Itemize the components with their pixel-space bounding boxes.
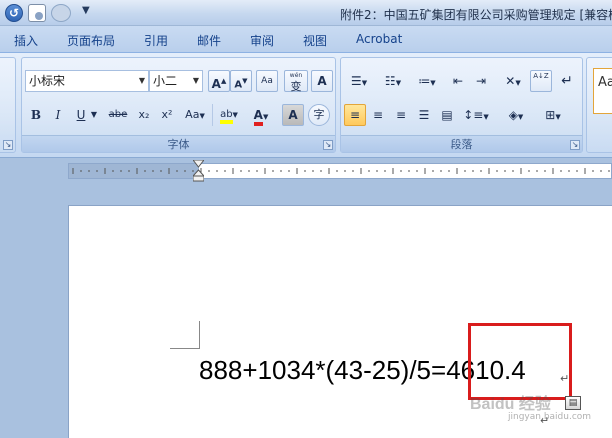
- line-spacing-button[interactable]: ↕≡▼: [460, 104, 492, 126]
- align-left-button[interactable]: ≡: [344, 104, 366, 126]
- tab-references[interactable]: 引用: [144, 32, 168, 49]
- font-dialog-launcher-icon[interactable]: ↘: [323, 140, 333, 150]
- distributed-button[interactable]: ▤: [436, 104, 458, 126]
- strikethrough-button[interactable]: abe: [104, 104, 132, 126]
- shrink-font-icon: A: [234, 79, 243, 91]
- font-name-value: 小标宋: [29, 74, 66, 88]
- show-marks-button[interactable]: ↵: [556, 70, 578, 92]
- change-case-icon: Aa: [185, 108, 200, 121]
- ribbon: ↘ 小标宋 ▼ 小二 ▼ A▲ A▼ Aa wén 变 A B I U ▼ ab…: [0, 52, 612, 158]
- window-title: 附件2：中国五矿集团有限公司采购管理规定 [兼容模: [340, 8, 612, 22]
- char-border-icon: A: [317, 74, 327, 88]
- ruler-bar: [0, 158, 612, 184]
- asian-layout-icon: ✕: [505, 74, 516, 88]
- bullet-list-icon: ☰: [350, 74, 362, 88]
- paragraph-group-label: 段落: [341, 135, 582, 152]
- horizontal-ruler[interactable]: [68, 163, 612, 179]
- decrease-indent-button[interactable]: ⇤: [447, 70, 469, 92]
- phonetic-guide-button[interactable]: wén 变: [284, 70, 308, 92]
- multilevel-list-button[interactable]: ≔▼: [412, 70, 442, 92]
- title-bar: ↺ ▼ 附件2：中国五矿集团有限公司采购管理规定 [兼容模: [0, 0, 612, 26]
- bullets-button[interactable]: ☰▼: [344, 70, 374, 92]
- shrink-font-button[interactable]: A▼: [230, 70, 252, 92]
- grow-font-button[interactable]: A▲: [208, 70, 230, 92]
- quick-access-dropdown[interactable]: ▼: [82, 5, 90, 16]
- paragraph-mark-icon: ↵: [561, 73, 573, 89]
- align-center-button[interactable]: ≡: [367, 104, 389, 126]
- separator: [212, 104, 213, 126]
- distributed-icon: ▤: [441, 108, 453, 122]
- paste-options-icon[interactable]: ▤: [565, 396, 581, 410]
- tab-review[interactable]: 审阅: [250, 32, 274, 49]
- superscript-button[interactable]: x²: [156, 104, 178, 126]
- paint-bucket-icon: ◈: [508, 108, 518, 122]
- sort-button[interactable]: A↓Z: [530, 70, 552, 92]
- font-size-select[interactable]: 小二 ▼: [149, 70, 203, 92]
- font-group: 小标宋 ▼ 小二 ▼ A▲ A▼ Aa wén 变 A B I U ▼ abe …: [21, 57, 336, 153]
- char-border-button[interactable]: A: [311, 70, 333, 92]
- numbering-button[interactable]: ☷▼: [378, 70, 408, 92]
- styles-group: Aa: [586, 57, 612, 153]
- bold-button[interactable]: B: [25, 104, 47, 126]
- align-right-icon: ≡: [395, 108, 407, 122]
- font-size-value: 小二: [153, 74, 178, 88]
- borders-button[interactable]: ⊞▼: [537, 104, 569, 126]
- tab-page-layout[interactable]: 页面布局: [67, 32, 115, 49]
- justify-icon: ☰: [418, 108, 430, 122]
- sort-icon: A↓Z: [533, 72, 549, 80]
- clear-format-icon: Aa: [261, 76, 273, 86]
- watermark-url: jingyan.baidu.com: [508, 412, 592, 422]
- clipboard-group: ↘: [0, 57, 16, 153]
- paragraph-group: ☰▼ ☷▼ ≔▼ ⇤ ⇥ ✕▼ A↓Z ↵ ≡ ≡ ≡ ☰ ▤ ↕≡▼ ◈▼ ⊞…: [340, 57, 583, 153]
- asian-layout-button[interactable]: ✕▼: [498, 70, 528, 92]
- tab-view[interactable]: 视图: [303, 32, 327, 49]
- increase-indent-button[interactable]: ⇥: [470, 70, 492, 92]
- enclose-char-button[interactable]: 字: [308, 104, 330, 126]
- undo-icon[interactable]: ↺: [5, 4, 23, 22]
- chevron-down-icon: ▼: [192, 76, 200, 85]
- indent-marker-icon[interactable]: [193, 160, 204, 182]
- highlight-button[interactable]: ab▼: [214, 104, 244, 126]
- increase-indent-icon: ⇥: [475, 74, 487, 88]
- numbered-list-icon: ☷: [384, 74, 396, 88]
- multilevel-list-icon: ≔: [418, 74, 431, 88]
- margin-corner-mark: [170, 321, 200, 349]
- justify-button[interactable]: ☰: [413, 104, 435, 126]
- char-shading-button[interactable]: A: [282, 104, 304, 126]
- shading-button[interactable]: ◈▼: [499, 104, 533, 126]
- phonetic-guide-icon: 变: [290, 80, 302, 93]
- font-group-label: 字体: [22, 135, 335, 152]
- font-color-button[interactable]: A▼: [246, 104, 276, 126]
- italic-button[interactable]: I: [47, 104, 69, 126]
- align-center-icon: ≡: [372, 108, 384, 122]
- underline-dropdown-icon[interactable]: ▼: [88, 104, 100, 126]
- result-highlight-box: [468, 323, 572, 400]
- chevron-down-icon: ▼: [138, 76, 146, 85]
- clear-format-button[interactable]: Aa: [256, 70, 278, 92]
- style-preview[interactable]: Aa: [593, 68, 612, 114]
- quick-access-circle-icon[interactable]: [51, 4, 71, 22]
- clipboard-launcher-icon[interactable]: ↘: [3, 140, 13, 150]
- ruler-ticks: [72, 168, 610, 174]
- paragraph-dialog-launcher-icon[interactable]: ↘: [570, 140, 580, 150]
- grow-font-icon: A: [211, 77, 221, 91]
- tab-acrobat[interactable]: Acrobat: [356, 32, 402, 46]
- watermark: Baidu 经验: [470, 396, 551, 413]
- subscript-button[interactable]: x₂: [133, 104, 155, 126]
- tab-mailings[interactable]: 邮件: [197, 32, 221, 49]
- tab-insert[interactable]: 插入: [14, 32, 38, 49]
- align-right-button[interactable]: ≡: [390, 104, 412, 126]
- line-spacing-icon: ↕≡: [463, 108, 484, 122]
- font-color-icon: A: [253, 108, 263, 126]
- decrease-indent-icon: ⇤: [452, 74, 464, 88]
- align-left-icon: ≡: [349, 108, 361, 122]
- print-preview-icon[interactable]: [28, 4, 46, 22]
- ribbon-tabs: 插入 页面布局 引用 邮件 审阅 视图 Acrobat: [0, 26, 612, 52]
- highlight-icon: ab: [220, 109, 233, 124]
- change-case-button[interactable]: Aa▼: [180, 104, 210, 126]
- font-name-select[interactable]: 小标宋 ▼: [25, 70, 149, 92]
- border-grid-icon: ⊞: [545, 108, 556, 122]
